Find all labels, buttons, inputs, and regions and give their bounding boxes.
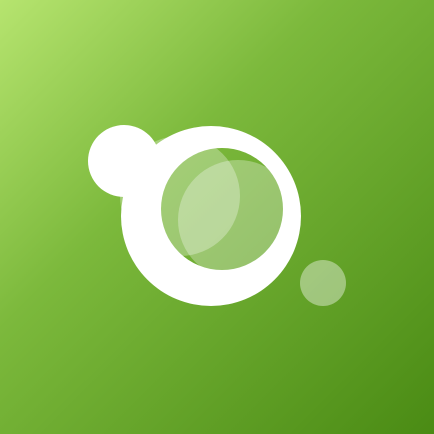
translucent-inner-circle — [178, 160, 298, 280]
app-icon-tile — [0, 0, 434, 434]
app-logo-icon — [0, 0, 434, 434]
small-circle-bottom-right — [300, 260, 346, 306]
